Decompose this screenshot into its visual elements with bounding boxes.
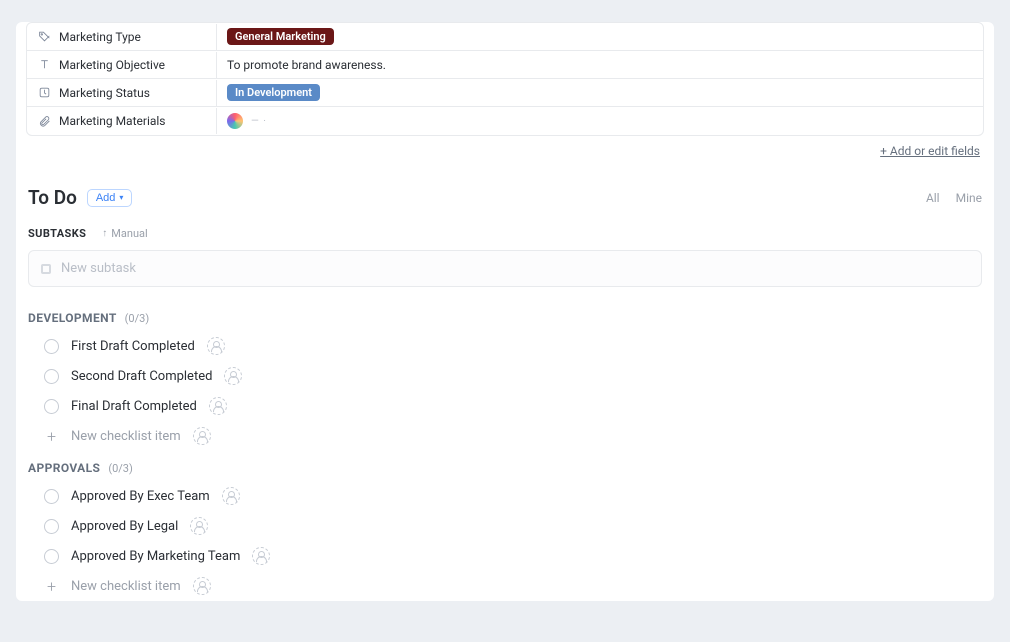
plus-icon: + [44,579,59,594]
checklist-item[interactable]: Final Draft Completed [28,391,982,421]
plus-icon: + [44,429,59,444]
todo-header: To Do Add All Mine [28,186,982,209]
checklist-count: (0/3) [108,462,133,475]
todo-section: To Do Add All Mine [16,168,994,209]
checklist-item-label: Approved By Marketing Team [71,549,240,564]
field-value-text: To promote brand awareness. [227,58,386,72]
field-value[interactable]: To promote brand awareness. [217,54,983,76]
tag-icon [37,30,51,44]
checklist-title: APPROVALS [28,461,100,475]
sort-arrow-icon: ↑ [102,228,107,239]
checklist-toggle[interactable] [44,339,59,354]
checklist-header[interactable]: APPROVALS (0/3) [28,455,982,481]
checklist-item[interactable]: Approved By Marketing Team [28,541,982,571]
field-label: Marketing Type [27,24,217,50]
text-icon [37,58,51,72]
field-row-marketing-status[interactable]: Marketing Status In Development [27,79,983,107]
checklist-item-label: Approved By Exec Team [71,489,210,504]
assignee-icon[interactable] [222,487,240,505]
assignee-icon[interactable] [193,427,211,445]
assignee-icon[interactable] [224,367,242,385]
new-checklist-item[interactable]: + New checklist item [28,571,982,601]
new-checklist-label: New checklist item [71,579,181,594]
status-icon [37,86,51,100]
fields-footer: + Add or edit fields [16,136,994,168]
field-label-text: Marketing Materials [59,114,166,128]
new-checklist-label: New checklist item [71,429,181,444]
field-label-text: Marketing Status [59,86,150,100]
attachment-placeholder: — · [251,116,267,127]
badge-marketing-type[interactable]: General Marketing [227,28,334,45]
subtasks-label: SUBTASKS [28,227,86,240]
subtask-status-icon [41,264,51,274]
field-row-marketing-materials[interactable]: Marketing Materials — · [27,107,983,135]
checklist-title: DEVELOPMENT [28,311,117,325]
add-button-label: Add [96,192,116,204]
badge-marketing-status[interactable]: In Development [227,84,320,101]
checklist-header[interactable]: DEVELOPMENT (0/3) [28,305,982,331]
field-value[interactable]: — · [217,109,983,133]
assignee-icon[interactable] [207,337,225,355]
checklist-development: DEVELOPMENT (0/3) First Draft Completed … [16,301,994,451]
field-label-text: Marketing Type [59,30,141,44]
assignee-icon[interactable] [252,547,270,565]
todo-title-group: To Do Add [28,186,132,209]
attachment-icon [37,114,51,128]
field-label: Marketing Materials [27,108,217,134]
clickup-logo-icon[interactable] [227,113,243,129]
assignee-icon[interactable] [190,517,208,535]
subtasks-sort[interactable]: ↑ Manual [102,227,147,240]
checklist-count: (0/3) [125,312,150,325]
field-label-text: Marketing Objective [59,58,165,72]
checklist-toggle[interactable] [44,519,59,534]
checklist-item-label: First Draft Completed [71,339,195,354]
task-panel: Marketing Type General Marketing Marketi… [16,22,994,601]
checklist-item-label: Second Draft Completed [71,369,212,384]
assignee-icon[interactable] [209,397,227,415]
checklist-item[interactable]: Approved By Exec Team [28,481,982,511]
new-checklist-item[interactable]: + New checklist item [28,421,982,451]
field-row-marketing-objective[interactable]: Marketing Objective To promote brand awa… [27,51,983,79]
todo-title: To Do [28,186,77,209]
checklist-approvals: APPROVALS (0/3) Approved By Exec Team Ap… [16,451,994,601]
filter-mine[interactable]: Mine [956,191,982,205]
field-value[interactable]: General Marketing [217,24,983,49]
checklist-toggle[interactable] [44,549,59,564]
new-subtask-input[interactable]: New subtask [28,250,982,287]
filter-tabs: All Mine [926,191,982,205]
field-label: Marketing Status [27,80,217,106]
add-edit-fields-link[interactable]: + Add or edit fields [880,144,980,158]
subtasks-sort-label: Manual [111,227,147,240]
checklist-toggle[interactable] [44,489,59,504]
checklist-item-label: Approved By Legal [71,519,178,534]
custom-fields-table: Marketing Type General Marketing Marketi… [26,22,984,136]
checklist-item[interactable]: First Draft Completed [28,331,982,361]
assignee-icon[interactable] [193,577,211,595]
subtasks-bar: SUBTASKS ↑ Manual [16,209,994,248]
filter-all[interactable]: All [926,191,940,205]
checklist-item-label: Final Draft Completed [71,399,197,414]
checklist-item[interactable]: Approved By Legal [28,511,982,541]
new-subtask-placeholder: New subtask [61,261,136,276]
checklist-toggle[interactable] [44,399,59,414]
checklist-toggle[interactable] [44,369,59,384]
add-button[interactable]: Add [87,189,133,207]
field-label: Marketing Objective [27,52,217,78]
checklist-item[interactable]: Second Draft Completed [28,361,982,391]
field-value[interactable]: In Development [217,80,983,105]
field-row-marketing-type[interactable]: Marketing Type General Marketing [27,23,983,51]
